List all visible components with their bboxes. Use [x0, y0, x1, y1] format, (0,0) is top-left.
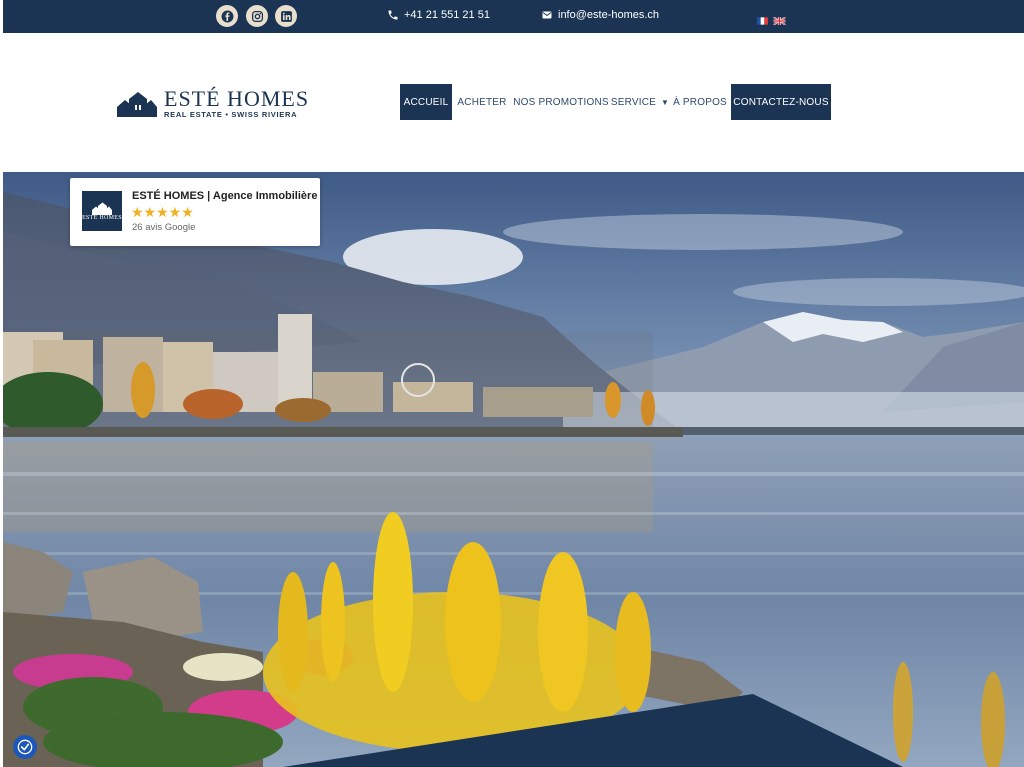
phone-number: +41 21 551 21 51: [404, 9, 490, 21]
email-address: info@este-homes.ch: [558, 9, 660, 21]
site-header: ESTÉ HOMES REAL ESTATE • SWISS RIVIERA A…: [3, 33, 1024, 172]
phone-link[interactable]: +41 21 551 21 51: [387, 9, 490, 21]
google-review-badge[interactable]: ESTÉ HOMES ESTÉ HOMES | Agence Immobiliè…: [70, 178, 320, 246]
site-logo[interactable]: ESTÉ HOMES REAL ESTATE • SWISS RIVIERA: [117, 88, 309, 119]
flag-fr-icon[interactable]: [757, 12, 768, 25]
nav-nos-promotions[interactable]: NOS PROMOTIONS: [510, 84, 612, 120]
nav-a-propos[interactable]: À PROPOS: [671, 84, 729, 120]
instagram-icon[interactable]: [246, 5, 268, 27]
email-link[interactable]: info@este-homes.ch: [541, 9, 659, 21]
accessibility-button[interactable]: [13, 735, 37, 759]
facebook-icon[interactable]: [216, 5, 238, 27]
top-bar: +41 21 551 21 51 info@este-homes.ch: [3, 0, 1024, 33]
house-logo-icon: [117, 91, 157, 117]
linkedin-icon[interactable]: [275, 5, 297, 27]
logo-subtitle: REAL ESTATE • SWISS RIVIERA: [164, 110, 298, 119]
chevron-down-icon: ▼: [661, 97, 670, 107]
nav-acheter[interactable]: ACHETER: [455, 84, 509, 120]
house-logo-icon: [92, 202, 112, 215]
review-business-name: ESTÉ HOMES | Agence Immobilière: [132, 190, 318, 202]
nav-service[interactable]: SERVICE ▼: [611, 84, 669, 120]
montreux-lake-scene: [3, 172, 1024, 767]
review-count: 26 avis Google: [132, 222, 196, 233]
contact-button[interactable]: CONTACTEZ-NOUS: [731, 84, 831, 120]
logo-title: ESTÉ HOMES: [164, 86, 310, 111]
review-logo: ESTÉ HOMES: [82, 191, 122, 231]
phone-icon: [388, 10, 398, 20]
review-logo-text: ESTÉ HOMES: [82, 214, 122, 221]
flag-en-icon[interactable]: [773, 12, 786, 26]
email-icon: [542, 11, 552, 19]
nav-accueil[interactable]: ACCUEIL: [400, 84, 452, 120]
hero-image: [3, 172, 1024, 767]
accessibility-icon: [17, 739, 33, 755]
star-rating-icon: ★★★★★: [131, 204, 194, 220]
nav-service-label: SERVICE: [610, 96, 656, 108]
